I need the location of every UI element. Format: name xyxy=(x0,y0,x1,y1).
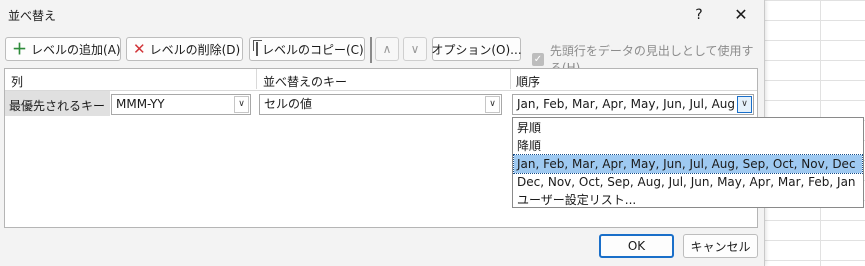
dropdown-option-dec-to-jan[interactable]: Dec, Nov, Oct, Sep, Aug, Jul, Jun, May, … xyxy=(514,173,862,191)
move-down-button[interactable]: ∨ xyxy=(403,37,427,61)
delete-level-button[interactable]: ✕ レベルの削除(D) xyxy=(126,37,243,61)
column-header-column: 列 xyxy=(11,75,24,89)
ok-button[interactable]: OK xyxy=(599,234,674,258)
dropdown-option-descending[interactable]: 降順 xyxy=(514,137,862,155)
options-button[interactable]: オプション(O)... xyxy=(431,37,522,61)
column-divider xyxy=(256,69,257,89)
header-divider xyxy=(5,90,757,91)
help-button[interactable]: ? xyxy=(688,3,710,27)
cancel-button[interactable]: キャンセル xyxy=(683,234,758,258)
chevron-down-icon[interactable]: ∨ xyxy=(485,96,500,113)
copy-icon xyxy=(253,40,262,56)
sort-key-select-value: セルの値 xyxy=(264,97,313,111)
order-dropdown-list: 昇順 降順 Jan, Feb, Mar, Apr, May, Jun, Jul,… xyxy=(512,117,864,208)
copy-level-button[interactable]: レベルのコピー(C) xyxy=(249,37,365,61)
options-label: オプション(O)... xyxy=(431,42,522,57)
toolbar: ＋ レベルの追加(A) ✕ レベルの削除(D) レベルのコピー(C) ∧ ∨ オ… xyxy=(0,37,764,75)
dropdown-option-custom-list[interactable]: ユーザー設定リスト... xyxy=(514,191,862,209)
column-divider xyxy=(510,69,511,89)
dropdown-option-ascending[interactable]: 昇順 xyxy=(514,119,862,137)
column-select[interactable]: MMM-YY ∨ xyxy=(111,94,251,115)
ok-label: OK xyxy=(627,239,646,253)
title-bar: 並べ替え ? ✕ xyxy=(0,0,764,31)
chevron-up-icon: ∧ xyxy=(382,42,392,56)
column-header-sort-key: 並べ替えのキー xyxy=(263,75,348,89)
order-select[interactable]: Jan, Feb, Mar, Apr, May, Jun, Jul, Aug ∨ xyxy=(512,94,754,115)
dialog-title: 並べ替え xyxy=(8,9,57,23)
sort-level-label: 最優先されるキー xyxy=(9,99,106,113)
copy-level-label: レベルのコピー(C) xyxy=(262,42,364,57)
add-level-button[interactable]: ＋ レベルの追加(A) xyxy=(5,37,121,61)
chevron-down-icon[interactable]: ∨ xyxy=(737,96,752,113)
order-select-value: Jan, Feb, Mar, Apr, May, Jun, Jul, Aug xyxy=(517,97,736,111)
toolbar-separator xyxy=(370,37,372,63)
delete-level-label: レベルの削除(D) xyxy=(149,42,241,57)
dropdown-option-jan-to-dec[interactable]: Jan, Feb, Mar, Apr, May, Jun, Jul, Aug, … xyxy=(513,154,863,174)
sort-key-select[interactable]: セルの値 ∨ xyxy=(259,94,502,115)
plus-icon: ＋ xyxy=(12,39,28,58)
delete-x-icon: ✕ xyxy=(133,39,146,58)
close-button[interactable]: ✕ xyxy=(729,3,753,27)
column-select-value: MMM-YY xyxy=(116,97,165,111)
cancel-label: キャンセル xyxy=(690,239,751,254)
chevron-down-icon[interactable]: ∨ xyxy=(234,96,249,113)
add-level-label: レベルの追加(A) xyxy=(31,42,121,57)
chevron-down-icon: ∨ xyxy=(410,42,420,56)
column-header-order: 順序 xyxy=(516,75,541,89)
move-up-button[interactable]: ∧ xyxy=(375,37,399,61)
checkmark-icon: ✓ xyxy=(532,52,544,66)
